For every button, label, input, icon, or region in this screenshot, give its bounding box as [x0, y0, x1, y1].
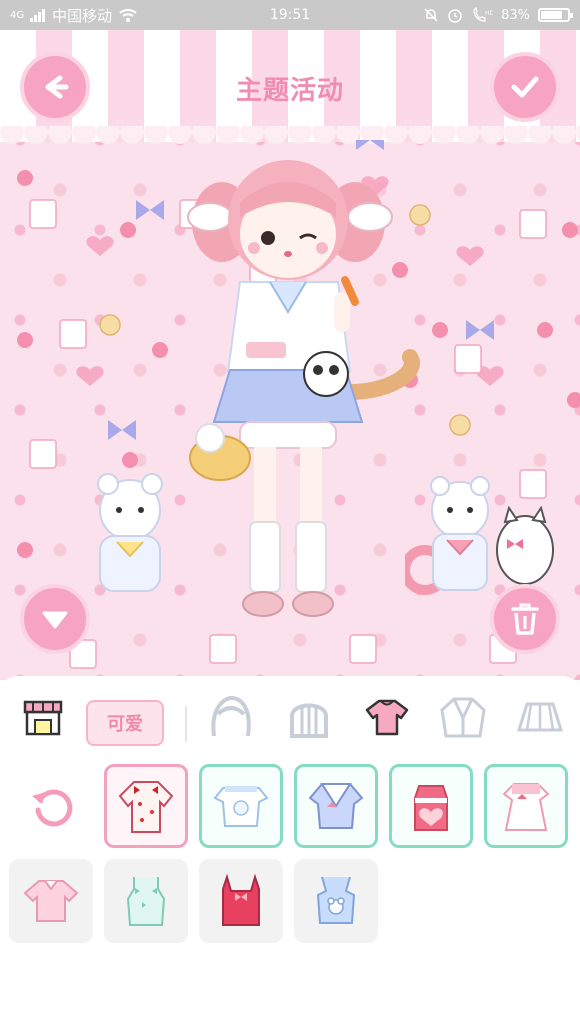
red-blouse-icon: [118, 781, 174, 833]
clothing-item-red-blouse[interactable]: [104, 764, 188, 848]
clothing-item-pink-tshirt[interactable]: [9, 859, 93, 943]
checkmark-icon: [511, 76, 539, 98]
mint-camisole-icon: [126, 877, 166, 926]
clothing-item-blue-bear-top[interactable]: [294, 859, 378, 943]
tab-skirts[interactable]: [515, 692, 565, 742]
pink-heart-top-icon: [414, 785, 448, 831]
hair-front-icon: [211, 696, 251, 737]
shop-icon: [23, 700, 63, 736]
category-bar: 可爱: [0, 686, 580, 746]
tab-hair-front[interactable]: [206, 692, 256, 742]
clothing-item-white-dress-top[interactable]: [484, 764, 568, 848]
dressup-character: [187, 160, 420, 617]
clothing-item-sailor-top[interactable]: [294, 764, 378, 848]
white-dress-top-icon: [502, 783, 550, 831]
battery-icon: [538, 8, 573, 22]
tab-jackets[interactable]: [438, 692, 488, 742]
refresh-icon: [32, 789, 73, 827]
trash-icon: [511, 603, 539, 635]
delete-button[interactable]: [490, 584, 560, 654]
blue-bear-top-icon: [316, 876, 356, 924]
wardrobe-panel: 可爱: [0, 676, 580, 1031]
clothing-item-pink-heart-top[interactable]: [389, 764, 473, 848]
sailor-top-icon: [308, 783, 364, 829]
confirm-button[interactable]: [490, 52, 560, 122]
triangle-down-icon: [42, 611, 68, 629]
tab-tops[interactable]: [362, 692, 412, 742]
collapse-button[interactable]: [20, 584, 90, 654]
red-tank-icon: [222, 873, 260, 926]
top-icon: [365, 699, 409, 736]
shop-tab[interactable]: [18, 692, 68, 742]
jacket-icon: [440, 697, 486, 738]
clothing-item-red-tank[interactable]: [199, 859, 283, 943]
dressup-stage: 主题活动: [0, 30, 580, 680]
pink-tshirt-icon: [23, 880, 79, 922]
category-divider: [185, 706, 187, 742]
clothing-item-mint-camisole[interactable]: [104, 859, 188, 943]
style-tag-cute[interactable]: 可爱: [86, 700, 164, 746]
clothing-item-bunny-top[interactable]: [199, 764, 283, 848]
status-bar: 4G 中国移动 19:51 HD 83%: [0, 0, 580, 30]
skirt-icon: [517, 702, 563, 732]
bunny-top-icon: [213, 786, 269, 827]
clock: 19:51: [269, 7, 311, 23]
bear-sailor-left: [97, 473, 163, 592]
reset-button[interactable]: [26, 780, 80, 834]
hair-back-icon: [290, 703, 328, 738]
tab-hair-back[interactable]: [284, 692, 334, 742]
bear-sailor-right: [405, 476, 554, 595]
